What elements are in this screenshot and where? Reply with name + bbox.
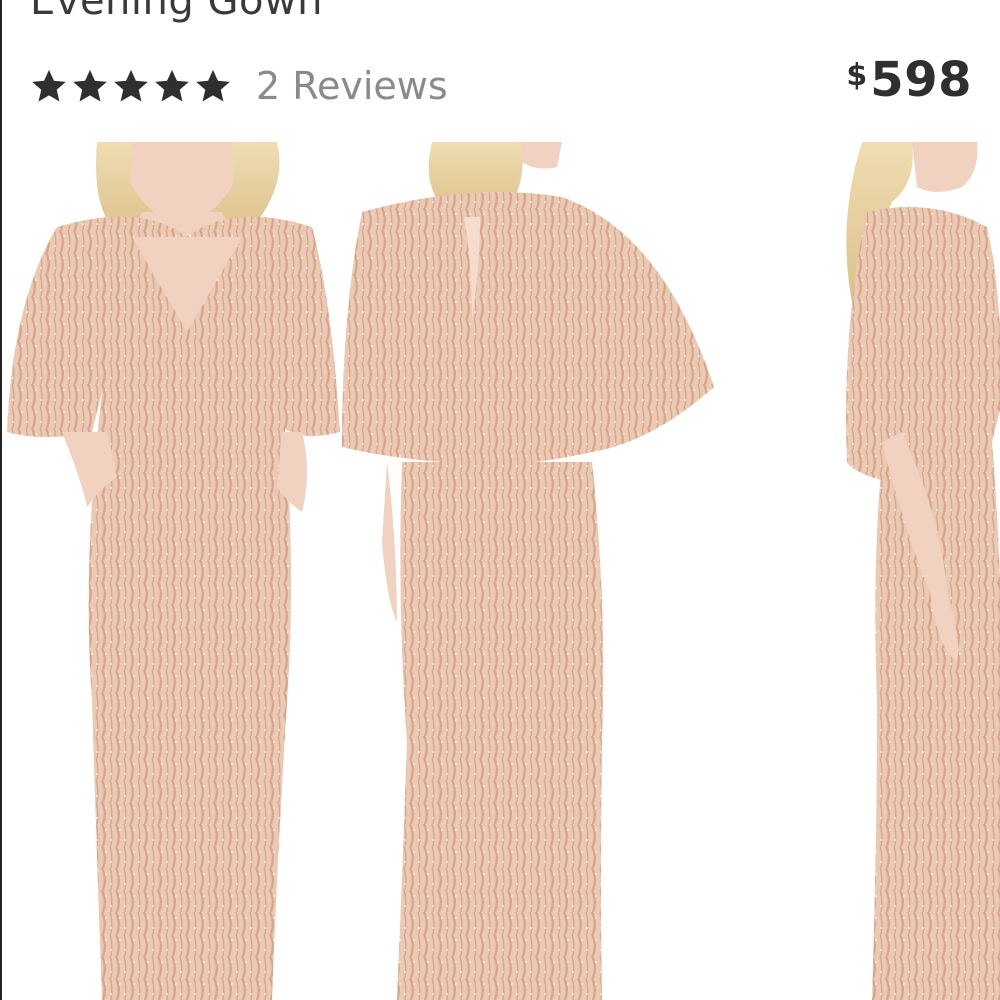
star-icon — [112, 67, 150, 105]
model-side-view — [846, 142, 1000, 1000]
product-image[interactable] — [2, 142, 1000, 1000]
star-icon — [71, 67, 109, 105]
reviews-link[interactable]: 2 Reviews — [256, 64, 448, 108]
price-currency: $ — [846, 58, 868, 93]
price-amount: 598 — [870, 52, 972, 108]
star-icon — [153, 67, 191, 105]
model-front-view — [7, 142, 340, 1000]
product-listing: Evening Gown 2 Reviews $ 598 — [0, 0, 1000, 1000]
star-icon — [194, 67, 232, 105]
rating-row: 2 Reviews — [30, 58, 448, 114]
product-price: $ 598 — [846, 52, 972, 108]
star-rating — [30, 67, 232, 105]
product-title: Evening Gown — [30, 0, 324, 24]
model-back-view — [342, 142, 714, 1000]
star-icon — [30, 67, 68, 105]
